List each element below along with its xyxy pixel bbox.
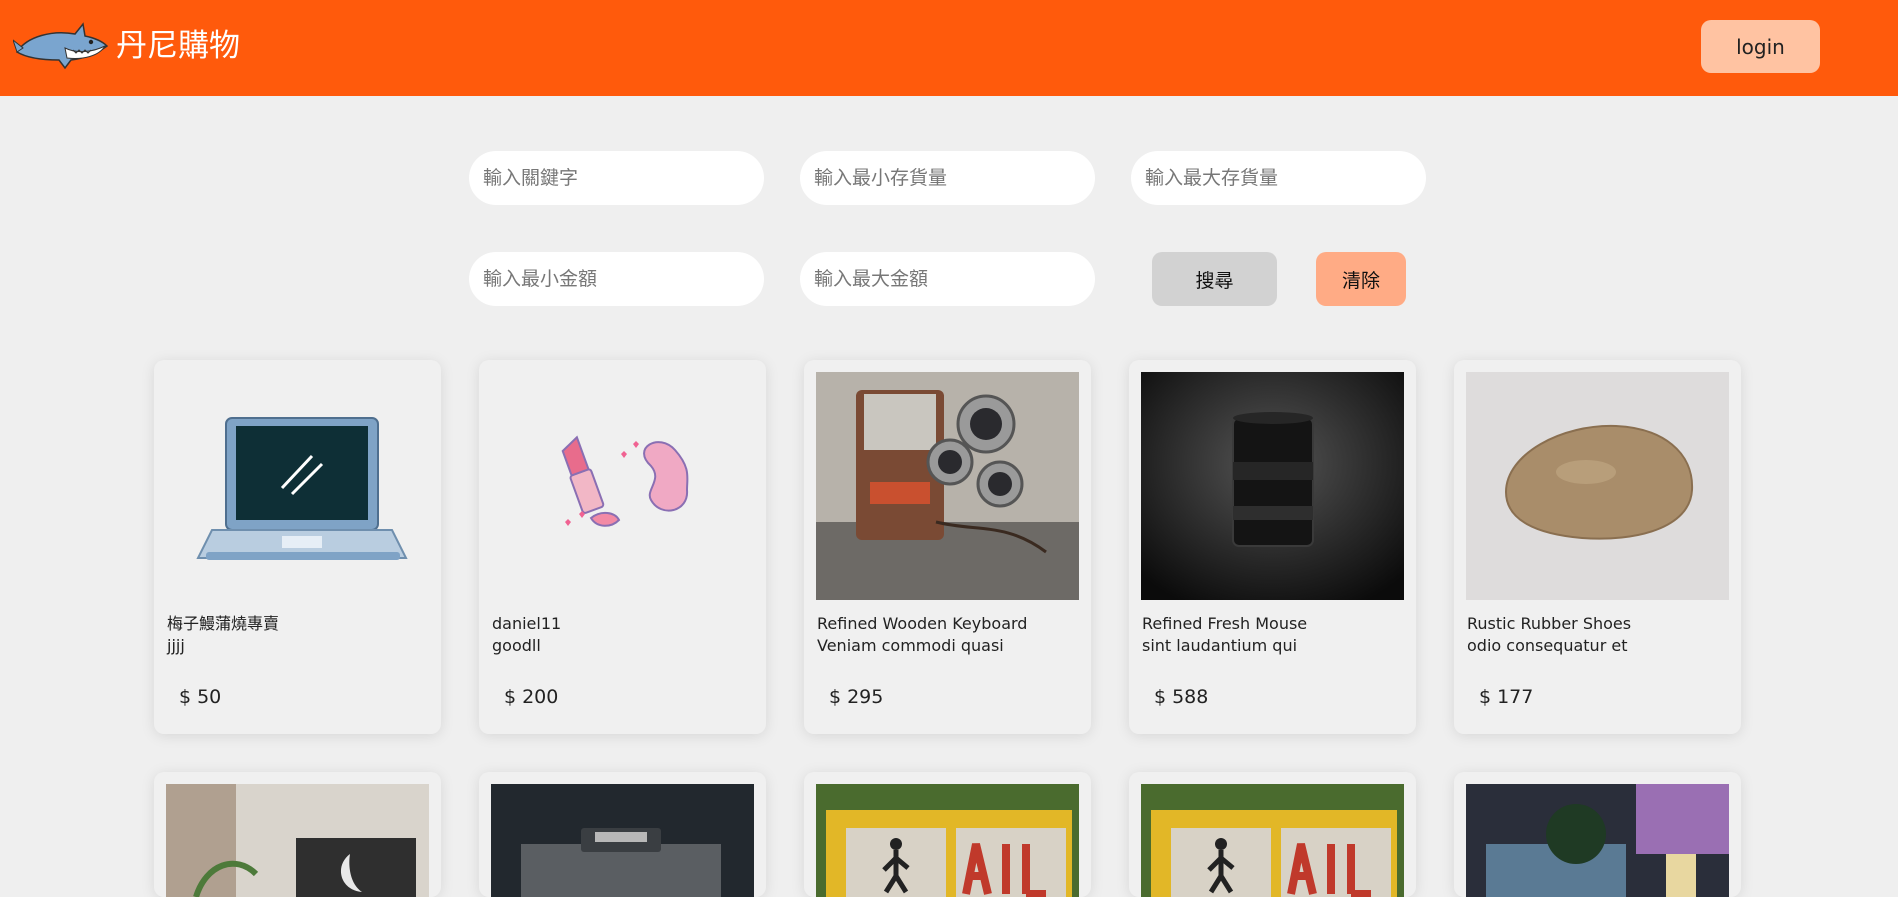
- max-stock-input[interactable]: [1131, 151, 1426, 205]
- keyword-input[interactable]: [469, 151, 764, 205]
- pedestrian-signal-image: [816, 784, 1079, 897]
- pedestrian-signal-image: [1141, 784, 1404, 897]
- product-card[interactable]: [1129, 772, 1416, 897]
- product-title: Refined Fresh Mouse: [1142, 614, 1308, 633]
- top-header: 丹尼購物 login: [0, 0, 1898, 96]
- night-street-image: [1466, 784, 1729, 897]
- product-card[interactable]: Refined Wooden Keyboard Veniam commodi q…: [804, 360, 1091, 734]
- product-price: $588: [1154, 686, 1209, 708]
- product-title: Refined Wooden Keyboard: [817, 614, 1028, 633]
- product-description: odio consequatur et: [1467, 636, 1628, 655]
- product-price: $295: [829, 686, 884, 708]
- product-card[interactable]: [154, 772, 441, 897]
- rock-image: [1466, 372, 1729, 600]
- product-card[interactable]: Refined Fresh Mouse sint laudantium qui …: [1129, 360, 1416, 734]
- plant-and-pillow-image: [166, 784, 429, 897]
- product-price: $177: [1479, 686, 1534, 708]
- laptop-icon: [166, 372, 429, 600]
- product-description: jjjj: [167, 636, 185, 655]
- product-card[interactable]: [1454, 772, 1741, 897]
- search-button[interactable]: 搜尋: [1152, 252, 1277, 306]
- brand-title[interactable]: 丹尼購物: [116, 26, 240, 66]
- vintage-movie-camera-image: [816, 372, 1079, 600]
- product-description: goodll: [492, 636, 541, 655]
- product-description: sint laudantium qui: [1142, 636, 1298, 655]
- product-price: $200: [504, 686, 559, 708]
- product-description: Veniam commodi quasi: [817, 636, 1004, 655]
- login-button[interactable]: login: [1701, 20, 1820, 73]
- min-stock-input[interactable]: [800, 151, 1095, 205]
- product-title: 梅子鰻蒲燒專賣: [167, 614, 280, 633]
- product-card[interactable]: [479, 772, 766, 897]
- clear-button[interactable]: 清除: [1316, 252, 1406, 306]
- product-card[interactable]: [804, 772, 1091, 897]
- product-title: Rustic Rubber Shoes: [1467, 614, 1632, 633]
- camera-lens-image: [1141, 372, 1404, 600]
- min-price-input[interactable]: [469, 252, 764, 306]
- product-card[interactable]: daniel11 goodll $200: [479, 360, 766, 734]
- product-title: daniel11: [492, 614, 562, 633]
- fujifilm-camera-image: [491, 784, 754, 897]
- product-card[interactable]: 梅子鰻蒲燒專賣 jjjj $50: [154, 360, 441, 734]
- product-card[interactable]: Rustic Rubber Shoes odio consequatur et …: [1454, 360, 1741, 734]
- cosmetics-icon: [491, 372, 754, 600]
- shark-logo-icon[interactable]: [11, 22, 109, 70]
- max-price-input[interactable]: [800, 252, 1095, 306]
- product-price: $50: [179, 686, 222, 708]
